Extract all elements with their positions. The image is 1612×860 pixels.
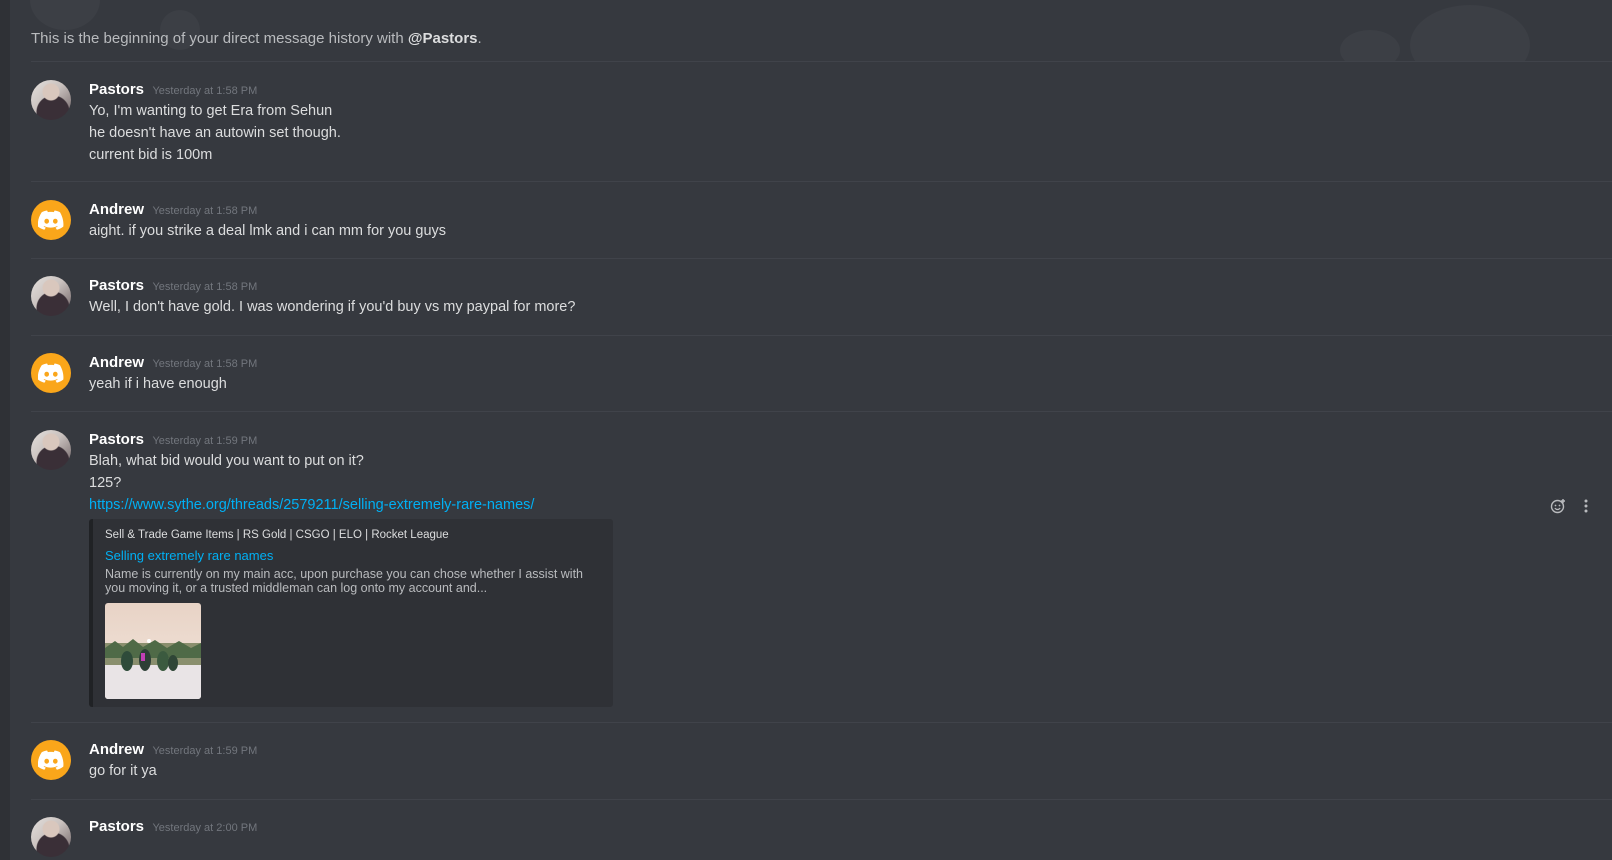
timestamp: Yesterday at 1:58 PM [152, 281, 258, 293]
left-rail [0, 0, 10, 860]
intro-suffix: . [477, 30, 482, 47]
avatar[interactable] [31, 200, 71, 240]
username[interactable]: Pastors [89, 431, 144, 448]
embed-thumbnail[interactable] [105, 603, 201, 699]
username[interactable]: Pastors [89, 818, 144, 835]
link-embed: Sell & Trade Game Items | RS Gold | CSGO… [89, 519, 613, 707]
message-text: yeah if i have enough [89, 376, 227, 392]
avatar[interactable] [31, 80, 71, 120]
divider [31, 335, 1612, 336]
embed-title[interactable]: Selling extremely rare names [105, 548, 273, 563]
message-text: Yo, I'm wanting to get Era from Sehun [89, 103, 333, 119]
more-options-icon[interactable] [1578, 498, 1594, 514]
intro-mention[interactable]: @Pastors [408, 30, 478, 47]
username[interactable]: Andrew [89, 201, 144, 218]
message-link[interactable]: https://www.sythe.org/threads/2579211/se… [89, 494, 1612, 516]
avatar[interactable] [31, 430, 71, 470]
discord-logo-icon [38, 210, 64, 230]
timestamp: Yesterday at 2:00 PM [152, 822, 258, 834]
dm-chat-window: This is the beginning of your direct mes… [0, 0, 1612, 860]
discord-logo-icon [38, 750, 64, 770]
message-text: go for it ya [89, 763, 157, 779]
embed-thumbnail-image [105, 603, 201, 699]
add-reaction-icon[interactable] [1550, 498, 1566, 514]
timestamp: Yesterday at 1:59 PM [152, 745, 258, 757]
message-text: aight. if you strike a deal lmk and i ca… [89, 223, 447, 239]
avatar[interactable] [31, 740, 71, 780]
timestamp: Yesterday at 1:59 PM [152, 435, 258, 447]
timestamp: Yesterday at 1:58 PM [152, 358, 258, 370]
message-text: he doesn't have an autowin set though. [89, 125, 341, 141]
divider [31, 799, 1612, 800]
username[interactable]: Andrew [89, 741, 144, 758]
timestamp: Yesterday at 1:58 PM [152, 85, 258, 97]
intro-prefix: This is the beginning of your direct mes… [31, 30, 408, 47]
avatar[interactable] [31, 353, 71, 393]
username[interactable]: Pastors [89, 81, 144, 98]
message-hover-toolbar [1550, 498, 1594, 514]
message-text: current bid is 100m [89, 147, 213, 163]
divider [31, 258, 1612, 259]
divider [31, 181, 1612, 182]
message-text: 125? [89, 475, 122, 491]
embed-provider: Sell & Trade Game Items | RS Gold | CSGO… [105, 529, 449, 541]
discord-logo-icon [38, 363, 64, 383]
avatar[interactable] [31, 276, 71, 316]
avatar[interactable] [31, 817, 71, 857]
divider [31, 61, 1612, 62]
timestamp: Yesterday at 1:58 PM [152, 205, 258, 217]
username[interactable]: Pastors [89, 277, 144, 294]
username[interactable]: Andrew [89, 354, 144, 371]
dm-intro-text: This is the beginning of your direct mes… [31, 30, 482, 47]
embed-description: Name is currently on my main acc, upon p… [105, 567, 583, 595]
divider [31, 722, 1612, 723]
divider [31, 411, 1612, 412]
message-text: Blah, what bid would you want to put on … [89, 453, 364, 469]
message-text: Well, I don't have gold. I was wondering… [89, 299, 576, 315]
